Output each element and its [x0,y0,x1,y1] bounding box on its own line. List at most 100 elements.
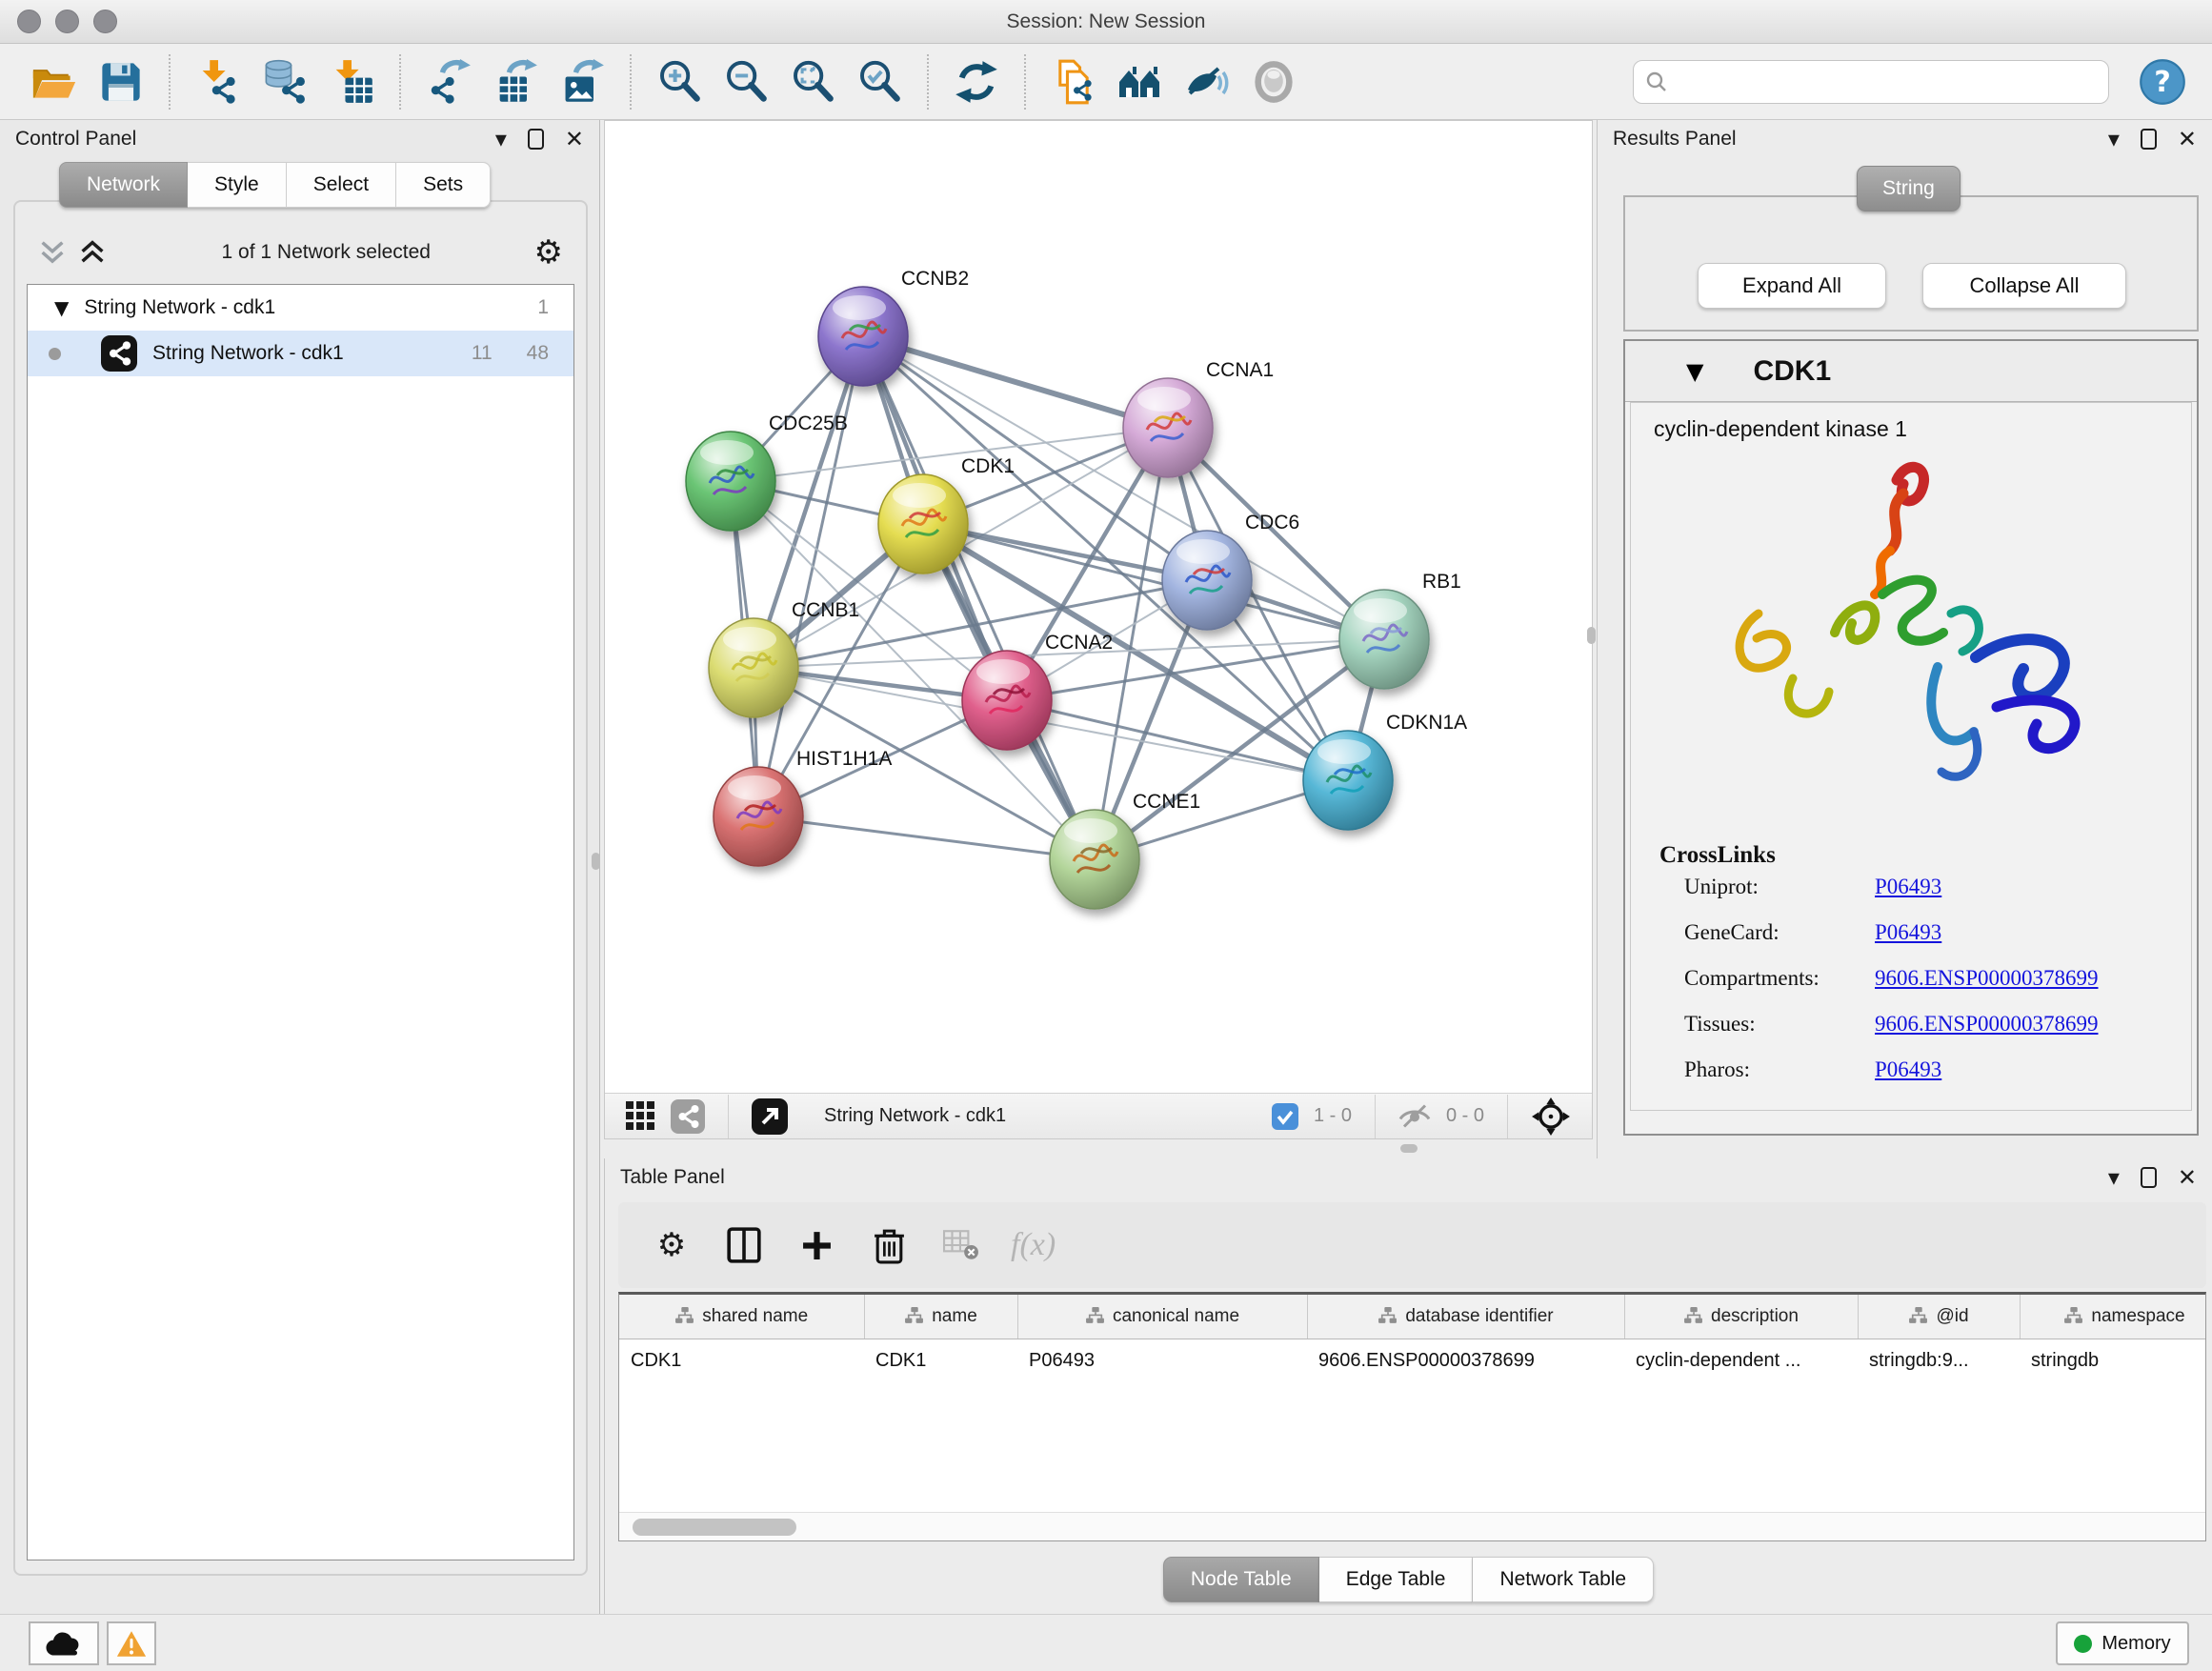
results-panel-collapse-icon[interactable]: ▾ [2108,128,2120,151]
crosslink-link[interactable]: P06493 [1875,1057,1941,1082]
selected-checkbox-icon[interactable] [1272,1103,1298,1130]
node-cdkn1a[interactable]: CDKN1A [1303,712,1467,830]
search-input[interactable] [1676,63,2097,101]
left-splitter-grip[interactable] [592,853,600,870]
table-panel-collapse-icon[interactable]: ▾ [2108,1166,2120,1189]
network-collection-row[interactable]: ▼ String Network - cdk1 1 [28,285,573,331]
gray-orb-button[interactable] [1247,55,1300,109]
open-session-button[interactable] [28,55,81,109]
crosslink-link[interactable]: P06493 [1875,875,1941,899]
table-panel-float-icon[interactable] [2141,1167,2157,1188]
table-scrollbar-thumb[interactable] [633,1519,796,1536]
right-splitter-grip[interactable] [1587,627,1596,644]
table-panel-close-icon[interactable]: ✕ [2178,1166,2197,1189]
node-cdk1[interactable]: CDK1 [878,455,1015,574]
tab-node-table[interactable]: Node Table [1163,1557,1319,1602]
edge-CCNB2-CCNE1[interactable] [863,336,1095,859]
expand-all-chevron-icon[interactable] [78,239,107,266]
column-header-namespace[interactable]: namespace [2020,1295,2206,1339]
table-cell[interactable]: stringdb [2020,1339,2206,1382]
delete-column-trash-icon[interactable] [864,1220,914,1270]
tab-network-table[interactable]: Network Table [1473,1557,1654,1602]
refresh-button[interactable] [950,55,1003,109]
export-table-button[interactable] [489,55,542,109]
edge-CCNA2-CDKN1A[interactable] [1007,700,1348,780]
expand-all-button[interactable]: Expand All [1698,263,1886,309]
results-panel-float-icon[interactable] [2141,129,2157,150]
protein-header[interactable]: ▼ CDK1 [1625,341,2197,402]
search-field[interactable] [1633,60,2109,104]
network-row[interactable]: String Network - cdk1 11 48 [28,331,573,376]
tab-string[interactable]: String [1857,166,1961,211]
node-rb1[interactable]: RB1 [1339,571,1461,689]
edge-CCNB2-CCNA1[interactable] [863,336,1168,428]
node-ccnb1[interactable]: CCNB1 [709,599,859,717]
column-header-description[interactable]: description [1624,1295,1858,1339]
crosslink-link[interactable]: 9606.ENSP00000378699 [1875,966,2099,991]
column-header-name[interactable]: name [864,1295,1017,1339]
tab-sets[interactable]: Sets [396,162,491,208]
control-panel-collapse-icon[interactable]: ▾ [495,128,507,151]
edge-HIST1H1A-CCNE1[interactable] [758,816,1095,859]
import-database-button[interactable] [258,55,312,109]
import-network-button[interactable] [191,55,245,109]
birds-eye-grid-icon[interactable] [626,1101,655,1131]
export-image-button[interactable] [555,55,609,109]
export-view-icon[interactable] [752,1098,788,1135]
hidden-eye-slash-icon[interactable] [1398,1103,1431,1129]
table-cell[interactable]: stringdb:9... [1858,1339,2020,1382]
zoom-out-button[interactable] [719,55,773,109]
warning-button[interactable] [107,1621,156,1665]
collapse-all-button[interactable]: Collapse All [1922,263,2126,309]
crosslink-link[interactable]: 9606.ENSP00000378699 [1875,1012,2099,1037]
collapse-all-chevron-icon[interactable] [38,239,67,266]
memory-button[interactable]: Memory [2056,1621,2189,1665]
show-columns-icon[interactable] [719,1220,769,1270]
fit-target-icon[interactable] [1531,1097,1571,1137]
table-cell[interactable]: cyclin-dependent ... [1624,1339,1858,1382]
node-ccna1[interactable]: CCNA1 [1123,359,1274,477]
share-documents-button[interactable] [1047,55,1100,109]
crosslink-link[interactable]: P06493 [1875,920,1941,945]
horizontal-splitter[interactable] [604,1139,1593,1158]
tab-network[interactable]: Network [59,162,188,208]
tab-select[interactable]: Select [287,162,396,208]
import-table-button[interactable] [325,55,378,109]
column-header-database-identifier[interactable]: database identifier [1307,1295,1624,1339]
results-panel-close-icon[interactable]: ✕ [2178,128,2197,151]
results-panel-title: Results Panel [1613,128,1737,151]
protein-collapse-caret-icon[interactable]: ▼ [1686,358,1703,385]
table-cell[interactable]: CDK1 [864,1339,1017,1382]
hide-graphics-button[interactable] [1180,55,1234,109]
tab-edge-table[interactable]: Edge Table [1319,1557,1474,1602]
tab-style[interactable]: Style [188,162,287,208]
create-column-plus-icon[interactable] [792,1220,841,1270]
zoom-fit-button[interactable] [786,55,839,109]
table-options-gear-icon[interactable]: ⚙ [647,1220,696,1270]
help-button[interactable]: ? [2138,57,2187,107]
table-cell[interactable]: P06493 [1017,1339,1307,1382]
network-share-icon[interactable] [671,1099,705,1134]
control-panel-float-icon[interactable] [528,129,544,150]
network-options-gear-icon[interactable]: ⚙ [534,236,563,269]
node-hist1h1a[interactable]: HIST1H1A [714,748,892,866]
horizontal-splitter-grip[interactable] [1400,1144,1418,1153]
table-cell[interactable]: 9606.ENSP00000378699 [1307,1339,1624,1382]
control-panel-close-icon[interactable]: ✕ [565,128,584,151]
table-scrollbar[interactable] [619,1512,2205,1540]
table-cell[interactable]: CDK1 [619,1339,864,1382]
column-header-canonical-name[interactable]: canonical name [1017,1295,1307,1339]
save-session-button[interactable] [94,55,148,109]
column-header-shared-name[interactable]: shared name [619,1295,864,1339]
network-graph[interactable]: CCNB2CCNA1CDC25BCDK1CDC6RB1CCNB1CCNA2CDK… [605,121,1592,1094]
double-house-button[interactable] [1114,55,1167,109]
edge-CCNB2-HIST1H1A[interactable] [758,336,863,816]
table-row[interactable]: CDK1CDK1P064939606.ENSP00000378699cyclin… [619,1339,2206,1382]
cloud-button[interactable] [29,1621,99,1665]
collection-caret-icon[interactable]: ▼ [54,296,69,319]
export-network-button[interactable] [422,55,475,109]
zoom-in-button[interactable] [653,55,706,109]
zoom-selected-button[interactable] [853,55,906,109]
node-ccnb2[interactable]: CCNB2 [818,268,969,386]
column-header--id[interactable]: @id [1858,1295,2020,1339]
